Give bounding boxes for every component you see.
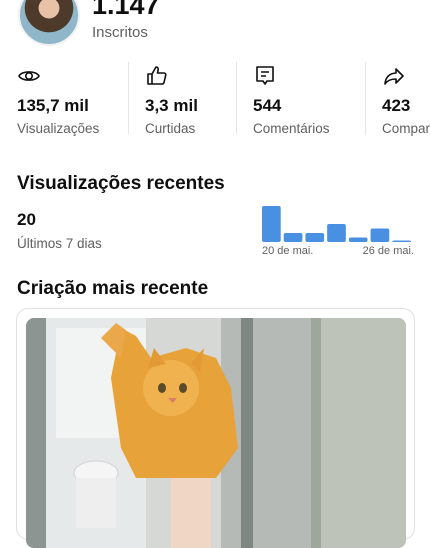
recent-views-period: Últimos 7 dias [17,236,102,251]
stats-row: 135,7 mil Visualizações 3,3 mil Curtidas… [0,58,430,140]
stat-label: Curtidas [145,121,196,136]
chart-bar [348,237,368,242]
subscriber-label: Inscritos [92,24,148,41]
stat-views[interactable]: 135,7 mil Visualizações [0,58,128,140]
chart-tick-labels: 20 de mai. 26 de mai. [262,245,414,259]
recent-views-title: Visualizações recentes [17,173,225,194]
channel-profile: 1.147 Inscritos [18,0,160,46]
views-bar-chart[interactable] [262,204,414,242]
thumbs-up-icon [147,66,167,85]
chart-bar [283,233,303,242]
comment-icon [256,66,274,85]
recent-views-count: 20 [17,210,36,229]
chart-tick-label: 26 de mai. [362,245,414,257]
share-icon [384,68,404,85]
stat-value: 544 [253,96,282,115]
eye-icon [18,71,40,81]
chart-bar [370,228,390,242]
stat-value: 3,3 mil [145,96,198,115]
avatar[interactable] [18,0,80,46]
stat-value: 135,7 mil [17,96,89,115]
stat-comments[interactable]: 544 Comentários [236,58,365,140]
subscriber-count: 1.147 [92,0,160,20]
stat-label: Compartilhamentos [382,121,430,136]
stat-label: Comentários [253,121,330,136]
chart-tick-label: 20 de mai. [262,245,314,257]
recent-views-summary[interactable]: 20 Últimos 7 dias [17,210,102,251]
subscriber-block: 1.147 Inscritos [92,0,160,41]
latest-creation-title: Criação mais recente [17,278,209,299]
chart-bar [305,233,325,242]
video-thumbnail[interactable] [26,318,406,548]
chart-bar [262,206,281,242]
stat-likes[interactable]: 3,3 mil Curtidas [128,58,236,140]
chart-bar [392,240,411,242]
latest-creation-card[interactable] [16,308,415,548]
stat-label: Visualizações [17,121,100,136]
stat-shares[interactable]: 423 Compartilhamentos [365,58,430,140]
stat-value: 423 [382,96,411,115]
chart-bar [327,224,346,242]
